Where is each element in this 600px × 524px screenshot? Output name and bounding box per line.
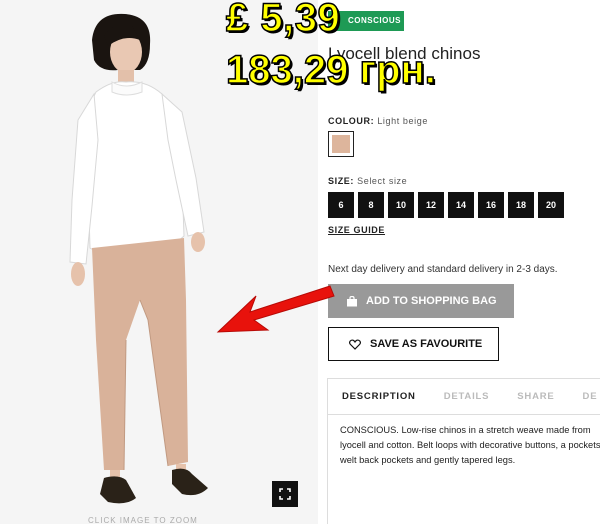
tab-details[interactable]: DETAILS bbox=[430, 391, 504, 402]
size-option[interactable]: 14 bbox=[448, 192, 474, 218]
product-info-tabs: DESCRIPTION DETAILS SHARE DE CONSCIOUS. … bbox=[327, 378, 600, 524]
fullscreen-button[interactable] bbox=[272, 481, 298, 507]
fullscreen-icon bbox=[279, 488, 291, 500]
size-option[interactable]: 12 bbox=[418, 192, 444, 218]
size-option[interactable]: 6 bbox=[328, 192, 354, 218]
tab-description[interactable]: DESCRIPTION bbox=[328, 391, 430, 402]
size-option[interactable]: 20 bbox=[538, 192, 564, 218]
click-to-zoom-hint: CLICK IMAGE TO ZOOM bbox=[88, 516, 198, 524]
overlay-price-uah: 183,29 грн. bbox=[225, 47, 436, 93]
size-option[interactable]: 10 bbox=[388, 192, 414, 218]
size-guide-link[interactable]: SIZE GUIDE bbox=[328, 225, 385, 235]
badge-label: CONSCIOUS bbox=[348, 16, 401, 25]
heart-icon bbox=[349, 338, 361, 350]
size-label-key: SIZE: bbox=[328, 176, 355, 186]
colour-swatch-light-beige[interactable] bbox=[328, 131, 354, 157]
swatch-fill bbox=[332, 135, 350, 153]
tab-delivery[interactable]: DE bbox=[569, 391, 600, 402]
description-text: CONSCIOUS. Low-rise chinos in a stretch … bbox=[340, 425, 600, 465]
size-option[interactable]: 8 bbox=[358, 192, 384, 218]
size-label: SIZE: Select size bbox=[328, 176, 407, 186]
overlay-price-gbp: £ 5,39 bbox=[225, 0, 341, 41]
add-to-bag-label: ADD TO SHOPPING BAG bbox=[366, 295, 497, 307]
size-selector: 6 8 10 12 14 16 18 20 bbox=[328, 192, 564, 218]
bag-icon bbox=[347, 295, 357, 306]
colour-label-key: COLOUR: bbox=[328, 116, 375, 126]
delivery-info: Next day delivery and standard delivery … bbox=[328, 264, 558, 275]
colour-label: COLOUR: Light beige bbox=[328, 116, 428, 126]
tab-bar: DESCRIPTION DETAILS SHARE DE bbox=[328, 379, 600, 415]
size-option[interactable]: 18 bbox=[508, 192, 534, 218]
size-value: Select size bbox=[357, 176, 408, 186]
colour-value: Light beige bbox=[377, 116, 428, 126]
add-to-shopping-bag-button[interactable]: ADD TO SHOPPING BAG bbox=[328, 284, 514, 318]
save-favourite-label: SAVE AS FAVOURITE bbox=[370, 338, 483, 350]
tab-share[interactable]: SHARE bbox=[503, 391, 568, 402]
size-option[interactable]: 16 bbox=[478, 192, 504, 218]
save-as-favourite-button[interactable]: SAVE AS FAVOURITE bbox=[328, 327, 499, 361]
